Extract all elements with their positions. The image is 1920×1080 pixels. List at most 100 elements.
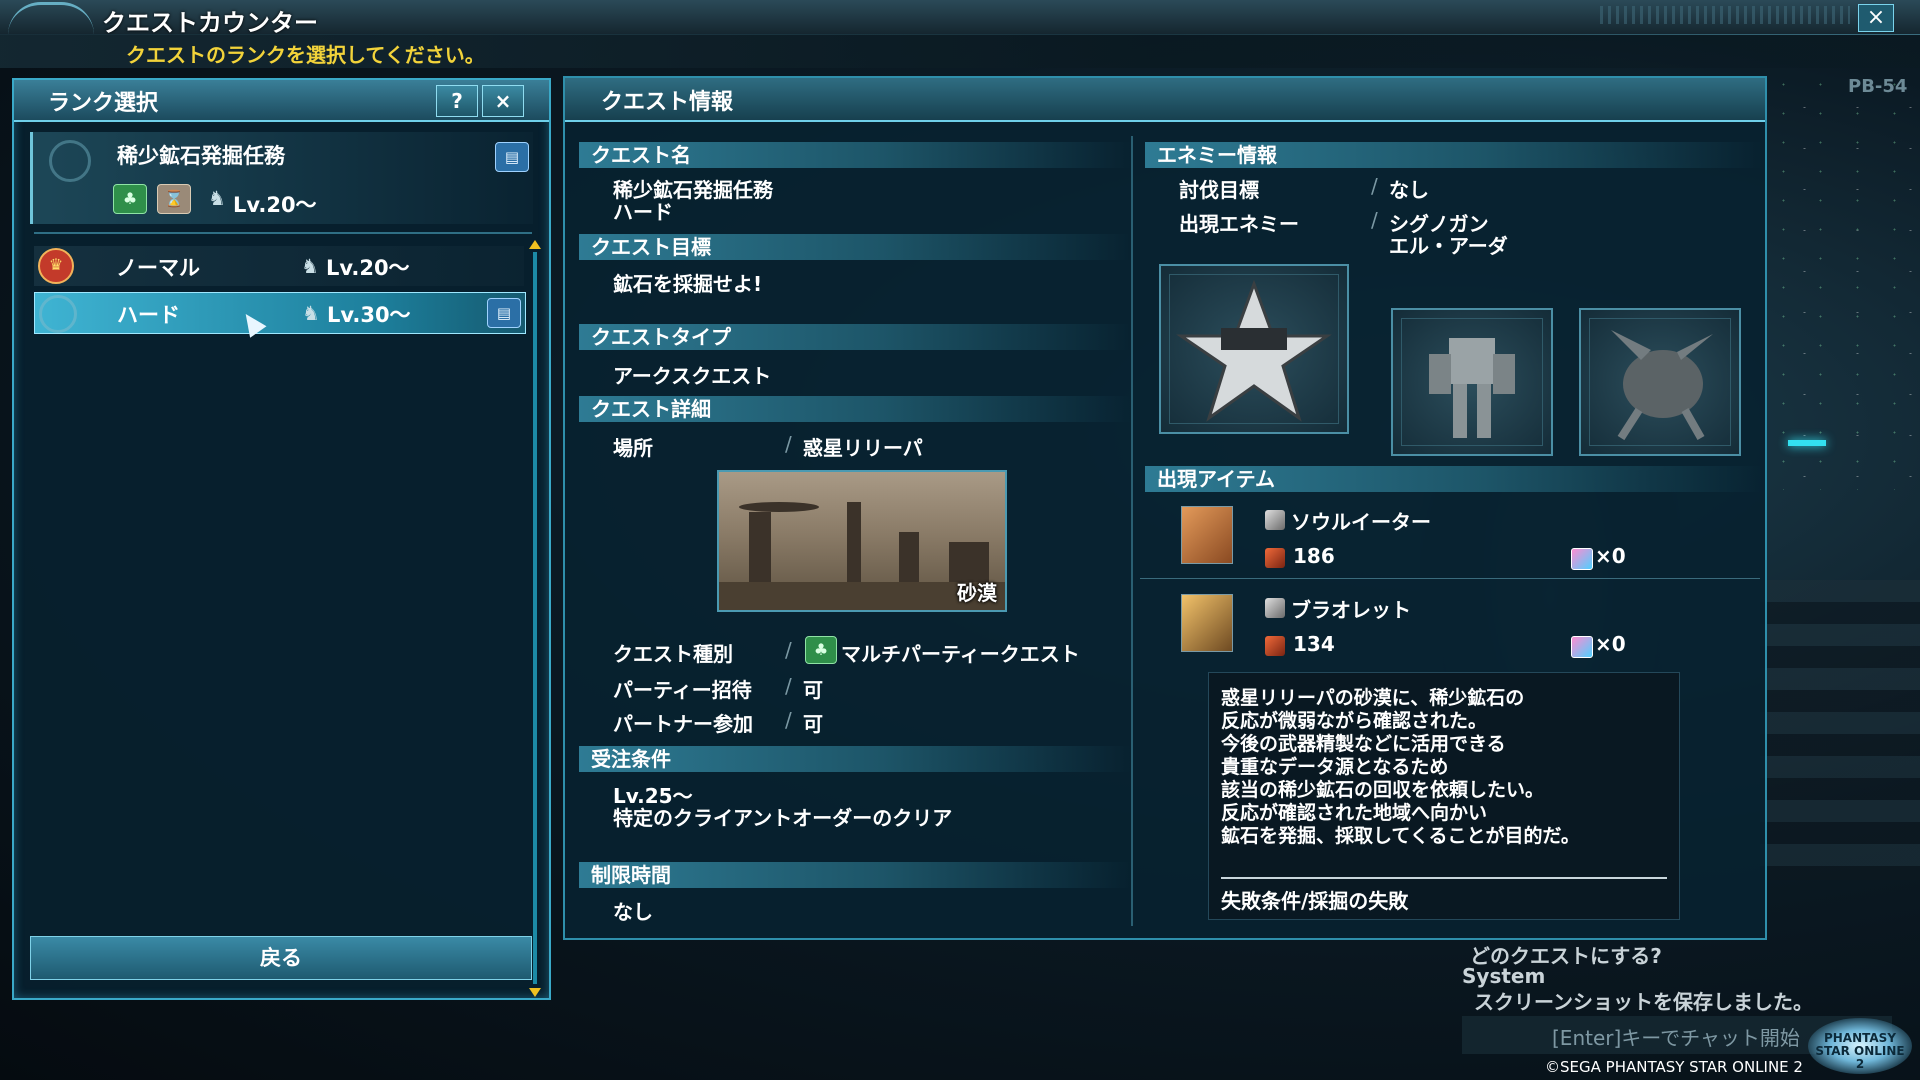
dragon-enemy-icon bbox=[1611, 330, 1713, 441]
item-count: ×0 bbox=[1595, 632, 1626, 656]
target-label: 討伐目標 bbox=[1179, 178, 1259, 202]
window-titlebar: クエストカウンター × bbox=[0, 0, 1920, 37]
hourglass-icon: ⌛ bbox=[157, 184, 191, 214]
level-monster-icon: ♞ bbox=[301, 254, 319, 278]
rank-level: Lv.20〜 bbox=[326, 256, 410, 280]
condition-requirement: 特定のクライアントオーダーのクリア bbox=[613, 806, 953, 830]
window-title: クエストカウンター bbox=[102, 9, 318, 37]
section-objective: クエスト目標 bbox=[579, 234, 1131, 260]
party-invite-value: 可 bbox=[803, 678, 823, 702]
quest-kind-value: マルチパーティークエスト bbox=[841, 642, 1080, 666]
rank-label: ノーマル bbox=[116, 256, 200, 280]
rank-divider bbox=[34, 232, 532, 234]
rank-select-panel: ランク選択 ? × 稀少鉱石発掘任務 ▤ ♣ ⌛ ♞ Lv.20〜 ♛ ノーマル… bbox=[12, 78, 551, 1000]
scroll-up-arrow-icon[interactable] bbox=[529, 240, 541, 249]
time-limit-value: なし bbox=[613, 900, 653, 924]
item-separator bbox=[1140, 578, 1760, 579]
item-count: ×0 bbox=[1595, 544, 1626, 568]
item-stat-value: 186 bbox=[1293, 544, 1335, 568]
quest-emblem-icon bbox=[49, 140, 91, 182]
scroll-down-arrow-icon[interactable] bbox=[529, 988, 541, 997]
partner-label: パートナー参加 bbox=[613, 712, 753, 736]
partner-value: 可 bbox=[803, 712, 823, 736]
game-logo: PHANTASY STAR ONLINE 2 bbox=[1808, 1018, 1912, 1074]
description-line: 鉱石を発掘、採取してくることが目的だ。 bbox=[1221, 825, 1580, 847]
rank-panel-title: ランク選択 bbox=[48, 91, 159, 116]
attack-stat-icon bbox=[1265, 636, 1285, 656]
screen-code: PB-54 bbox=[1848, 76, 1908, 97]
scroll-track[interactable] bbox=[533, 252, 537, 984]
section-quest-name: クエスト名 bbox=[579, 142, 1131, 168]
location-value: 惑星リリーパ bbox=[803, 436, 923, 460]
robot-enemy-icon bbox=[1429, 338, 1515, 438]
objective-text: 鉱石を採掘せよ! bbox=[613, 272, 763, 296]
selected-quest-name: 稀少鉱石発掘任務 bbox=[117, 144, 285, 168]
rank-item-normal[interactable]: ♛ ノーマル ♞ Lv.20〜 bbox=[34, 246, 524, 286]
rank-item-hard[interactable]: ハード ♞ Lv.30〜 ▤ bbox=[34, 292, 526, 334]
section-conditions: 受注条件 bbox=[579, 746, 1131, 772]
attack-stat-icon bbox=[1265, 548, 1285, 568]
level-monster-icon: ♞ bbox=[302, 301, 320, 325]
quest-description-box: 惑星リリーパの砂漠に、稀少鉱石の 反応が微弱ながら確認された。 今後の武器精製な… bbox=[1208, 672, 1680, 920]
enemy-emblem-frame[interactable] bbox=[1159, 264, 1349, 434]
section-enemy-info: エネミー情報 bbox=[1145, 142, 1762, 168]
quest-info-title: クエスト情報 bbox=[601, 90, 734, 115]
location-label: 場所 bbox=[613, 436, 653, 460]
stage-area-label: 砂漠 bbox=[957, 581, 997, 605]
copyright: ©SEGA PHANTASY STAR ONLINE 2 bbox=[1545, 1058, 1803, 1076]
rank-panel-close-button[interactable]: × bbox=[482, 85, 524, 117]
fail-condition: 失敗条件/採掘の失敗 bbox=[1221, 889, 1409, 913]
crown-icon: ♛ bbox=[38, 248, 74, 284]
element-gem-icon bbox=[1571, 548, 1593, 570]
rank-level: Lv.30〜 bbox=[327, 303, 411, 327]
quest-type-text: アークスクエスト bbox=[613, 364, 772, 388]
quest-rank: ハード bbox=[613, 200, 673, 224]
element-gem-icon bbox=[1571, 636, 1593, 658]
quest-book-icon: ▤ bbox=[487, 298, 521, 328]
quest-info-header: クエスト情報 bbox=[565, 78, 1765, 122]
section-quest-type: クエストタイプ bbox=[579, 324, 1131, 350]
separator-slash: / bbox=[785, 638, 792, 662]
selected-quest-level: Lv.20〜 bbox=[233, 193, 317, 217]
item-name: ブラオレット bbox=[1291, 598, 1411, 622]
stage-dish bbox=[739, 502, 819, 512]
multi-party-icon: ♣ bbox=[805, 636, 837, 664]
enemy-name: エル・アーダ bbox=[1389, 234, 1508, 258]
counter-emblem-icon bbox=[8, 2, 94, 35]
item-name: ソウルイーター bbox=[1291, 510, 1431, 534]
help-button[interactable]: ? bbox=[436, 85, 478, 117]
section-time-limit: 制限時間 bbox=[579, 862, 1131, 888]
logo-text: PHANTASY STAR ONLINE 2 bbox=[1815, 1031, 1905, 1071]
weapon-type-icon bbox=[1265, 510, 1285, 530]
rank-ring-icon bbox=[39, 295, 77, 333]
enemy-portrait-frame[interactable] bbox=[1391, 308, 1553, 456]
star-emblem-icon bbox=[1176, 279, 1332, 422]
chat-line: System bbox=[1462, 964, 1546, 988]
target-value: なし bbox=[1389, 178, 1429, 202]
section-details: クエスト詳細 bbox=[579, 396, 1131, 422]
item-stat-value: 134 bbox=[1293, 632, 1335, 656]
quest-book-icon: ▤ bbox=[495, 142, 529, 172]
titlebar-decoration bbox=[1600, 6, 1850, 24]
weapon-type-icon bbox=[1265, 598, 1285, 618]
chat-line: スクリーンショットを保存しました。 bbox=[1474, 990, 1813, 1014]
instruction-bar: クエストのランクを選択してください。 PB-54 bbox=[0, 34, 1920, 97]
separator-slash: / bbox=[1371, 208, 1378, 232]
item-icon-soul-eater[interactable] bbox=[1181, 506, 1233, 564]
separator-slash: / bbox=[785, 432, 792, 456]
quest-kind-label: クエスト種別 bbox=[613, 642, 733, 666]
level-monster-icon: ♞ bbox=[208, 186, 226, 210]
background-structure bbox=[1760, 580, 1920, 880]
column-divider bbox=[1131, 136, 1133, 926]
enemy-portrait-frame[interactable] bbox=[1579, 308, 1741, 456]
rank-panel-header: ランク選択 ? × bbox=[14, 80, 549, 122]
back-button[interactable]: 戻る bbox=[30, 936, 532, 980]
rank-list-scrollbar[interactable] bbox=[529, 240, 541, 1000]
background-stars bbox=[1765, 70, 1915, 490]
stage-image: 砂漠 bbox=[717, 470, 1007, 612]
party-invite-label: パーティー招待 bbox=[613, 678, 752, 702]
rank-label: ハード bbox=[117, 303, 180, 327]
window-close-button[interactable]: × bbox=[1858, 4, 1894, 32]
item-icon-brauret[interactable] bbox=[1181, 594, 1233, 652]
separator-slash: / bbox=[785, 674, 792, 698]
